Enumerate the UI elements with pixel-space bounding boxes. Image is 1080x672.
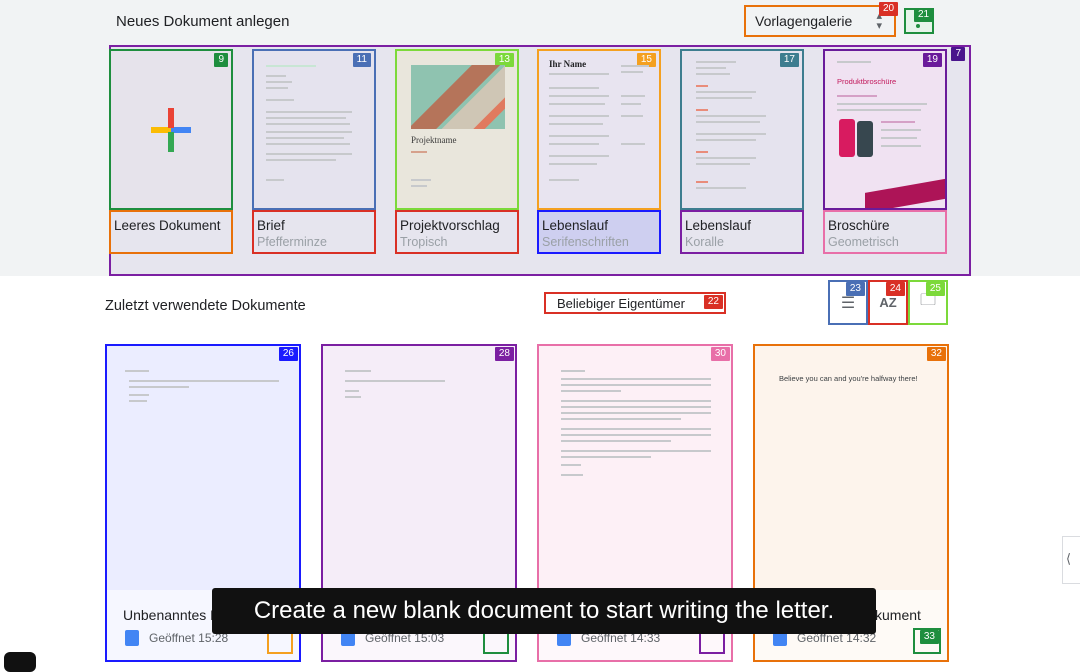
template-style: Tropisch <box>400 235 448 249</box>
template-project-proposal-thumbnail[interactable]: 13 Projektname <box>395 49 519 210</box>
template-project-proposal-label[interactable]: Projektvorschlag Tropisch <box>395 210 519 254</box>
badge-19: 19 <box>922 53 942 67</box>
template-style: Serifenschriften <box>542 235 629 249</box>
template-resume-serif-label[interactable]: Lebenslauf Serifenschriften <box>537 210 661 254</box>
doc-more-button[interactable] <box>699 632 725 654</box>
template-name: Lebenslauf <box>685 218 752 233</box>
template-gallery-button[interactable]: Vorlagengalerie ▴ ▾ 20 <box>744 2 899 37</box>
template-blank[interactable]: 9 Leeres Dokument <box>109 49 233 254</box>
sort-button[interactable]: 24 AZ <box>868 280 908 325</box>
owner-filter-label: Beliebiger Eigentümer <box>557 296 685 311</box>
doc-preview: Believe you can and you're halfway there… <box>755 346 947 594</box>
footer-shape <box>865 177 945 208</box>
badge-33: 33 <box>919 630 939 644</box>
open-file-picker-button[interactable]: 25 🗀 <box>908 280 948 325</box>
thumb-title: Produktbroschüre <box>837 77 897 86</box>
badge-22: 22 <box>703 295 723 309</box>
sort-az-icon: AZ <box>879 295 897 310</box>
badge-11: 11 <box>352 53 371 67</box>
doc-title: kument <box>875 607 921 623</box>
owner-filter-button[interactable]: Beliebiger Eigentümer 22 <box>544 292 726 314</box>
template-resume-serif-thumbnail[interactable]: 15 Ihr Name <box>537 49 661 210</box>
badge-21: 21 <box>914 8 934 22</box>
template-name: Broschüre <box>828 218 890 233</box>
badge-24: 24 <box>885 282 905 296</box>
cover-graphic <box>411 65 505 129</box>
template-letter-label[interactable]: Brief Pfefferminze <box>252 210 376 254</box>
template-name: Leeres Dokument <box>114 218 221 233</box>
badge-9: 9 <box>214 53 228 67</box>
badge-20: 20 <box>879 2 899 16</box>
doc-more-button[interactable]: 33 <box>913 628 941 654</box>
doc-title: Unbenanntes D <box>123 607 221 623</box>
list-view-button[interactable]: 23 ☰ <box>828 280 868 325</box>
thumb-title: Ihr Name <box>549 59 587 69</box>
corner-overlay <box>4 652 36 672</box>
phone-graphic <box>839 119 855 157</box>
template-style: Geometrisch <box>828 235 899 249</box>
doc-more-button[interactable] <box>483 632 509 654</box>
badge-23: 23 <box>845 282 865 296</box>
template-name: Lebenslauf <box>542 218 609 233</box>
template-style: Pfefferminze <box>257 235 327 249</box>
template-resume-coral[interactable]: 17 Lebenslauf Koralle <box>680 49 804 254</box>
doc-more-button[interactable] <box>267 632 293 654</box>
template-project-proposal[interactable]: 13 Projektname Projektvorschlag Tropisch <box>395 49 519 254</box>
template-name: Brief <box>257 218 285 233</box>
badge-7: 7 <box>951 47 965 61</box>
template-style: Koralle <box>685 235 724 249</box>
template-brochure-thumbnail[interactable]: 19 Produktbroschüre <box>823 49 947 210</box>
side-panel-handle[interactable]: ⟨ <box>1062 536 1080 584</box>
template-gallery-label: Vorlagengalerie <box>755 13 853 29</box>
template-resume-coral-label[interactable]: Lebenslauf Koralle <box>680 210 804 254</box>
template-name: Projektvorschlag <box>400 218 500 233</box>
new-document-heading: Neues Dokument anlegen <box>116 13 290 30</box>
more-vert-icon <box>916 24 920 28</box>
template-brochure[interactable]: 19 Produktbroschüre Broschüre Geometrisc… <box>823 49 947 254</box>
template-letter-thumbnail[interactable]: 11 <box>252 49 376 210</box>
thumb-title: Projektname <box>411 135 457 145</box>
docs-file-icon <box>125 630 139 646</box>
instruction-caption: Create a new blank document to start wri… <box>212 588 876 634</box>
template-resume-coral-thumbnail[interactable]: 17 <box>680 49 804 210</box>
doc-preview-text: Believe you can and you're halfway there… <box>779 374 918 383</box>
more-options-button[interactable]: 21 <box>904 8 934 34</box>
badge-25: 25 <box>925 282 945 296</box>
badge-17: 17 <box>779 53 799 67</box>
doc-preview <box>323 346 515 594</box>
template-blank-thumbnail[interactable]: 9 <box>109 49 233 210</box>
template-blank-label[interactable]: Leeres Dokument <box>109 210 233 254</box>
template-brochure-label[interactable]: Broschüre Geometrisch <box>823 210 947 254</box>
template-letter[interactable]: 11 Brief Pfefferminze <box>252 49 376 254</box>
doc-preview <box>107 346 299 594</box>
template-resume-serif[interactable]: 15 Ihr Name Lebenslauf Serifenschriften <box>537 49 661 254</box>
doc-preview <box>539 346 731 594</box>
recent-documents-heading: Zuletzt verwendete Dokumente <box>105 298 306 314</box>
phone-graphic <box>857 121 873 157</box>
